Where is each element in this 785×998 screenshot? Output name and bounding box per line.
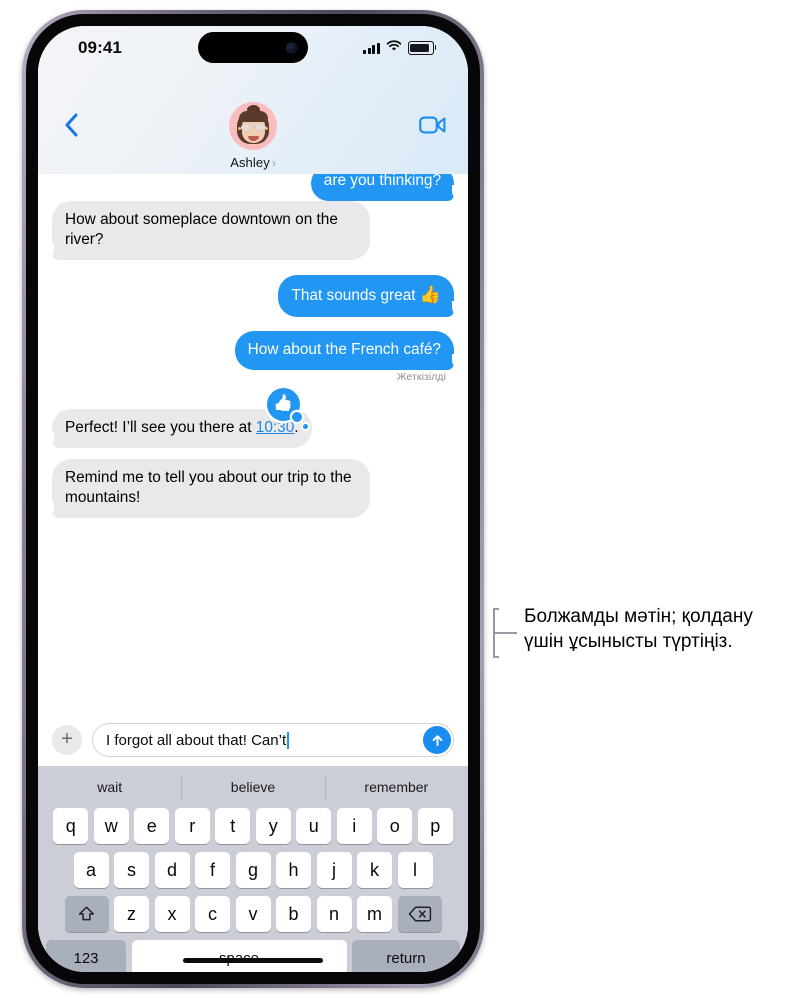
key-g[interactable]: g [235, 852, 271, 888]
shift-arrow-icon [78, 905, 95, 920]
key-e[interactable]: e [134, 808, 170, 844]
message-text: That sounds great [291, 287, 420, 305]
facetime-button[interactable] [416, 110, 450, 140]
message-bubble-outgoing[interactable]: How about the French café? [234, 330, 463, 370]
message-row[interactable]: Perfect! I’ll see you there at 10:30. 👍 [38, 387, 468, 449]
key-u[interactable]: u [296, 808, 332, 844]
keyboard-row-2: a s d f g h j k l [38, 852, 468, 888]
back-chevron-icon [65, 113, 78, 137]
key-b[interactable]: b [276, 896, 311, 932]
message-text: Remind me to tell you about our trip to … [65, 468, 352, 507]
message-text: How about someplace downtown on the rive… [65, 211, 338, 249]
callout-bracket-icon [493, 608, 517, 658]
key-w[interactable]: w [93, 808, 129, 844]
text-caret [287, 731, 289, 749]
plus-icon: + [61, 728, 73, 750]
status-bar-icons [363, 39, 437, 57]
key-q[interactable]: q [53, 808, 89, 844]
message-row[interactable]: How about someplace downtown on the rive… [38, 201, 468, 261]
prediction-candidate-2[interactable]: believe [181, 779, 324, 795]
avatar[interactable] [229, 102, 277, 150]
facetime-video-icon [419, 116, 446, 134]
key-c[interactable]: c [195, 896, 230, 932]
keyboard-row-4: 123 space return [38, 940, 468, 972]
contact-name: Ashley [230, 155, 270, 170]
return-key[interactable]: return [352, 940, 460, 972]
message-text: are you thinking? [323, 172, 441, 189]
key-h[interactable]: h [276, 852, 311, 888]
message-row[interactable]: That sounds great 👍 [38, 275, 468, 317]
numbers-key[interactable]: 123 [46, 940, 126, 972]
prediction-divider [181, 775, 183, 799]
key-x[interactable]: x [154, 896, 190, 932]
message-bubble-outgoing[interactable]: That sounds great 👍 [278, 275, 462, 317]
key-o[interactable]: o [377, 808, 413, 844]
back-button[interactable] [54, 108, 88, 142]
home-indicator[interactable] [183, 958, 323, 963]
message-text-before: Perfect! I’ll see you there at [65, 418, 256, 436]
key-l[interactable]: l [397, 852, 433, 888]
prediction-candidate-1[interactable]: wait [38, 779, 181, 795]
key-n[interactable]: n [316, 896, 352, 932]
key-r[interactable]: r [174, 808, 210, 844]
compose-bar: + I forgot all about that! Can’t [38, 714, 468, 766]
thumbs-up-icon: 👍 [273, 395, 294, 413]
conversation-header: 09:41 Ashley › [38, 26, 468, 174]
message-bubble-incoming[interactable]: How about someplace downtown on the rive… [44, 201, 370, 261]
message-bubble-incoming[interactable]: Perfect! I’ll see you there at 10:30. 👍 [44, 387, 312, 449]
shift-key[interactable] [64, 896, 109, 932]
key-j[interactable]: j [316, 852, 352, 888]
prediction-candidate-3[interactable]: remember [325, 779, 468, 795]
message-row[interactable]: How about the French café? [38, 330, 468, 370]
tapback-thumbs-up[interactable]: 👍 [266, 387, 308, 429]
message-text: How about the French café? [247, 340, 441, 358]
key-k[interactable]: k [357, 852, 392, 888]
key-p[interactable]: p [417, 808, 453, 844]
status-bar-time: 09:41 [78, 38, 122, 57]
backspace-delete-icon [408, 906, 431, 922]
status-bar: 09:41 [38, 26, 468, 74]
phone-screen: are you thinking? How about someplace do… [38, 26, 468, 972]
front-camera-icon [286, 42, 297, 53]
key-m[interactable]: m [357, 896, 392, 932]
message-input-text: I forgot all about that! Can’t [106, 731, 287, 749]
cellular-signal-icon [363, 42, 380, 54]
on-screen-keyboard[interactable]: wait believe remember q w e r t y u i o [38, 766, 468, 972]
message-input[interactable]: I forgot all about that! Can’t [92, 723, 454, 757]
attachments-plus-button[interactable]: + [52, 725, 82, 755]
keyboard-row-1: q w e r t y u i o p [38, 808, 468, 844]
dynamic-island [198, 32, 308, 63]
key-y[interactable]: y [255, 808, 291, 844]
key-v[interactable]: v [235, 896, 271, 932]
key-t[interactable]: t [215, 808, 251, 844]
phone-device-frame: are you thinking? How about someplace do… [22, 10, 484, 988]
contact-info-button[interactable]: Ashley › [229, 102, 277, 170]
phone-bezel: are you thinking? How about someplace do… [26, 14, 480, 984]
key-s[interactable]: s [114, 852, 149, 888]
time-link[interactable]: 10:30 [256, 419, 295, 436]
message-row[interactable]: Remind me to tell you about our trip to … [38, 458, 468, 519]
wifi-icon [386, 39, 402, 57]
send-button[interactable] [423, 726, 451, 754]
key-f[interactable]: f [195, 852, 230, 888]
key-z[interactable]: z [114, 896, 149, 932]
callout-text: Болжамды мәтін; қолдану үшін ұсынысты тү… [524, 606, 753, 653]
key-i[interactable]: i [336, 808, 372, 844]
send-arrow-up-icon [432, 734, 442, 746]
key-a[interactable]: a [73, 852, 109, 888]
predictive-text-bar[interactable]: wait believe remember [38, 766, 468, 808]
backspace-key[interactable] [397, 896, 442, 932]
keyboard-row-3: z x c v b n m [38, 896, 468, 932]
delivery-status-label: Жеткізілді [396, 371, 446, 383]
thumbs-up-emoji: 👍 [419, 285, 441, 305]
prediction-divider [324, 775, 326, 799]
chevron-right-icon: › [271, 155, 276, 170]
message-bubble-incoming[interactable]: Remind me to tell you about our trip to … [44, 458, 370, 519]
space-key[interactable]: space [131, 940, 347, 972]
battery-icon [408, 41, 437, 55]
key-d[interactable]: d [154, 852, 190, 888]
